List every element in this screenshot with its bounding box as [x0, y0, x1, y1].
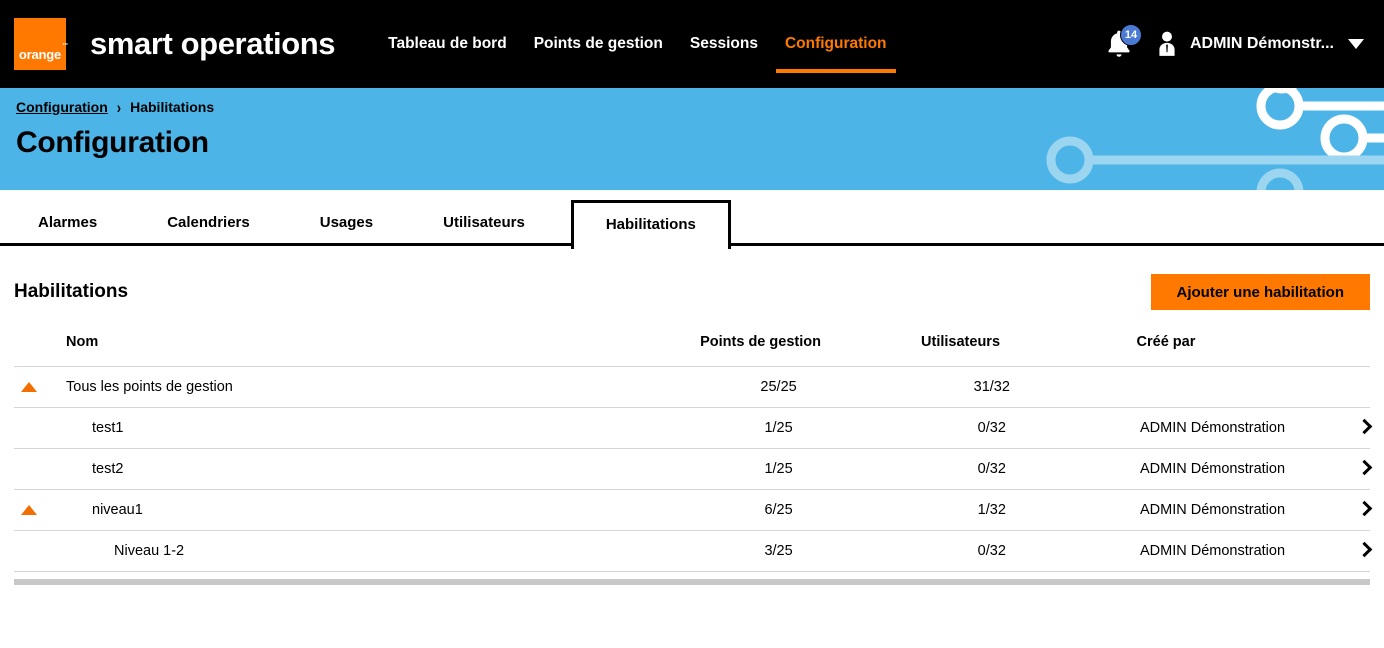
page-title: Configuration: [16, 126, 1384, 160]
user-avatar-icon: [1154, 29, 1180, 59]
notifications-button[interactable]: 14: [1102, 26, 1136, 62]
cell-cree-par: ADMIN Démonstration: [1099, 449, 1327, 490]
cell-row-action: [1326, 531, 1370, 572]
caret-up-icon: [21, 382, 37, 392]
notification-badge: 14: [1120, 24, 1142, 46]
main-content: Habilitations Ajouter une habilitation N…: [0, 246, 1384, 585]
chevron-right-icon: ›: [117, 98, 121, 117]
main-navigation: Tableau de bord Points de gestion Sessio…: [379, 0, 895, 88]
cell-nom: test2: [14, 449, 672, 490]
row-name-label: niveau1: [44, 502, 143, 518]
cell-row-action: [1326, 449, 1370, 490]
chevron-right-icon[interactable]: [1357, 419, 1373, 435]
cell-utilisateurs: 1/32: [885, 490, 1098, 531]
horizontal-scrollbar[interactable]: [14, 579, 1370, 585]
nav-item-points-de-gestion[interactable]: Points de gestion: [525, 0, 672, 88]
banner-content: Configuration › Habilitations Configurat…: [0, 88, 1384, 160]
add-habilitation-button[interactable]: Ajouter une habilitation: [1151, 274, 1371, 310]
tab-list: Alarmes Calendriers Usages Utilisateurs …: [0, 190, 1384, 246]
habilitations-table: Nom Points de gestion Utilisateurs Créé …: [14, 334, 1370, 572]
logo-label: orange: [19, 47, 61, 62]
cell-cree-par: [1099, 367, 1327, 408]
cell-points-de-gestion: 25/25: [672, 367, 885, 408]
expand-toggle[interactable]: [14, 505, 44, 515]
header-actions: 14 ADMIN Démonstr...: [1102, 0, 1364, 88]
row-name-label: Niveau 1-2: [44, 543, 184, 559]
table-row[interactable]: test2 1/250/32ADMIN Démonstration: [14, 449, 1370, 490]
cell-row-action: [1326, 490, 1370, 531]
chevron-right-icon[interactable]: [1357, 460, 1373, 476]
name-cell: test2: [14, 461, 672, 477]
caret-up-icon: [21, 505, 37, 515]
top-navigation-bar: orange™ smart operations Tableau de bord…: [0, 0, 1384, 88]
table-row[interactable]: test1 1/250/32ADMIN Démonstration: [14, 408, 1370, 449]
cell-points-de-gestion: 3/25: [672, 531, 885, 572]
chevron-right-icon[interactable]: [1357, 501, 1373, 517]
cell-cree-par: ADMIN Démonstration: [1099, 408, 1327, 449]
column-header-cree-par: Créé par: [1099, 334, 1327, 367]
content-header: Habilitations Ajouter une habilitation: [14, 246, 1370, 310]
row-name-label: test1: [44, 420, 123, 436]
cell-nom: niveau1: [14, 490, 672, 531]
cell-row-action: [1326, 367, 1370, 408]
page-banner: Configuration › Habilitations Configurat…: [0, 88, 1384, 190]
column-header-points-de-gestion: Points de gestion: [672, 334, 885, 367]
tab-calendriers[interactable]: Calendriers: [143, 200, 274, 246]
cell-nom: Niveau 1-2: [14, 531, 672, 572]
column-header-utilisateurs: Utilisateurs: [885, 334, 1098, 367]
cell-utilisateurs: 0/32: [885, 449, 1098, 490]
user-menu[interactable]: ADMIN Démonstr...: [1154, 29, 1364, 59]
tab-alarmes[interactable]: Alarmes: [14, 200, 121, 246]
cell-points-de-gestion: 1/25: [672, 408, 885, 449]
app-title: smart operations: [90, 26, 335, 62]
name-cell: Niveau 1-2: [14, 543, 672, 559]
user-name-label: ADMIN Démonstr...: [1190, 35, 1334, 53]
tab-utilisateurs[interactable]: Utilisateurs: [419, 200, 549, 246]
cell-points-de-gestion: 6/25: [672, 490, 885, 531]
name-cell: Tous les points de gestion: [14, 379, 672, 395]
table-row[interactable]: Niveau 1-2 3/250/32ADMIN Démonstration: [14, 531, 1370, 572]
breadcrumb-item-habilitations: Habilitations: [130, 99, 214, 115]
cell-utilisateurs: 0/32: [885, 408, 1098, 449]
cell-cree-par: ADMIN Démonstration: [1099, 531, 1327, 572]
chevron-right-icon[interactable]: [1357, 542, 1373, 558]
row-name-label: test2: [44, 461, 123, 477]
nav-item-sessions[interactable]: Sessions: [681, 0, 767, 88]
cell-utilisateurs: 31/32: [885, 367, 1098, 408]
breadcrumb-item-configuration[interactable]: Configuration: [16, 99, 108, 115]
row-name-label: Tous les points de gestion: [44, 379, 233, 395]
orange-logo[interactable]: orange™: [14, 18, 66, 70]
column-header-actions: [1326, 334, 1370, 367]
cell-nom: test1: [14, 408, 672, 449]
column-header-nom: Nom: [14, 334, 98, 350]
cell-row-action: [1326, 408, 1370, 449]
table-header: Nom Points de gestion Utilisateurs Créé …: [14, 334, 1370, 367]
tab-habilitations[interactable]: Habilitations: [571, 200, 731, 249]
trademark-icon: ™: [62, 43, 68, 49]
logo-wordmark: orange™: [19, 47, 61, 70]
nav-item-tableau-de-bord[interactable]: Tableau de bord: [379, 0, 516, 88]
cell-points-de-gestion: 1/25: [672, 449, 885, 490]
tabs-area: Alarmes Calendriers Usages Utilisateurs …: [0, 190, 1384, 246]
name-cell: test1: [14, 420, 672, 436]
table-header-row: Nom Points de gestion Utilisateurs Créé …: [14, 334, 1370, 367]
table-row[interactable]: niveau1 6/251/32ADMIN Démonstration: [14, 490, 1370, 531]
section-title: Habilitations: [14, 281, 128, 303]
cell-nom: Tous les points de gestion: [14, 367, 672, 408]
breadcrumb: Configuration › Habilitations: [16, 88, 1384, 115]
table-body: Tous les points de gestion25/2531/32test…: [14, 367, 1370, 572]
table-row[interactable]: Tous les points de gestion 25/2531/32: [14, 367, 1370, 408]
cell-utilisateurs: 0/32: [885, 531, 1098, 572]
name-cell: niveau1: [14, 502, 672, 518]
tab-usages[interactable]: Usages: [296, 200, 397, 246]
nav-item-configuration[interactable]: Configuration: [776, 0, 896, 88]
cell-cree-par: ADMIN Démonstration: [1099, 490, 1327, 531]
expand-toggle[interactable]: [14, 382, 44, 392]
chevron-down-icon[interactable]: [1348, 39, 1364, 49]
